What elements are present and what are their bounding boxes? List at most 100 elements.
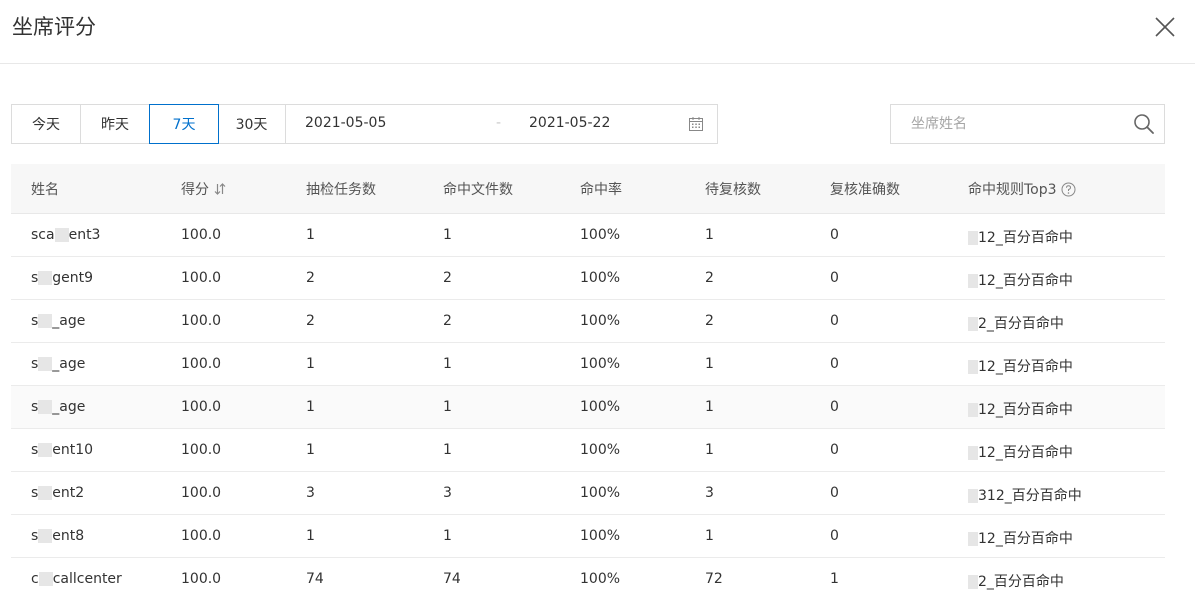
- cell-pending: 3: [705, 485, 714, 501]
- header-score[interactable]: 得分: [181, 179, 227, 199]
- date-range-picker[interactable]: 2021-05-05 - 2021-05-22: [286, 105, 717, 143]
- header-accuracy: 复核准确数: [830, 182, 900, 198]
- redacted-text: [38, 572, 53, 586]
- cell-score: 100.0: [181, 227, 222, 243]
- cell-pending: 2: [705, 270, 714, 286]
- help-icon[interactable]: [1061, 182, 1076, 197]
- cell-accuracy: 1: [830, 571, 839, 587]
- cell-tasks: 2: [306, 313, 315, 329]
- header-name: 姓名: [31, 182, 59, 198]
- cell-accuracy: 0: [830, 399, 839, 415]
- table-body: sca ent3 100.0 1 1 100% 1 0 12_百分百命中 s gent9 100.0 2…: [11, 214, 1165, 591]
- cell-agent-name: s _age: [31, 313, 85, 329]
- sort-icon[interactable]: [213, 182, 227, 196]
- close-button[interactable]: [1150, 12, 1180, 42]
- redacted-text: [968, 489, 978, 503]
- redacted-text: [38, 357, 53, 371]
- cell-accuracy: 0: [830, 270, 839, 286]
- cell-agent-name: s gent9: [31, 270, 93, 286]
- agent-name-suffix: gent9: [52, 270, 94, 286]
- agent-name-prefix: s: [31, 442, 39, 458]
- agent-name-prefix: s: [31, 270, 39, 286]
- agent-name-prefix: s: [31, 356, 39, 372]
- header-top3: 命中规则Top3: [968, 179, 1076, 199]
- cell-tasks: 2: [306, 270, 315, 286]
- cell-score: 100.0: [181, 399, 222, 415]
- cell-pending: 1: [705, 227, 714, 243]
- cell-hit-files: 1: [443, 442, 452, 458]
- cell-pending: 1: [705, 528, 714, 544]
- rule-label: 2_百分百命中: [978, 316, 1064, 332]
- cell-accuracy: 0: [830, 356, 839, 372]
- cell-top3: 12_百分百命中: [968, 399, 1073, 419]
- cell-top3: 12_百分百命中: [968, 270, 1073, 290]
- cell-hit-rate: 100%: [580, 442, 621, 458]
- range-30days-button[interactable]: 30天: [218, 105, 286, 143]
- agent-name-suffix: ent10: [52, 442, 94, 458]
- range-yesterday-button[interactable]: 昨天: [81, 105, 150, 143]
- cell-hit-files: 1: [443, 227, 452, 243]
- header-top3-label: 命中规则Top3: [968, 182, 1057, 198]
- table-row: s gent9 100.0 2 2 100% 2 0 12_百分百命中: [11, 257, 1165, 300]
- cell-hit-files: 74: [443, 571, 461, 587]
- cell-hit-rate: 100%: [580, 356, 621, 372]
- cell-top3: 12_百分百命中: [968, 227, 1073, 247]
- range-7days-button[interactable]: 7天: [149, 104, 219, 144]
- date-start-input[interactable]: 2021-05-05: [305, 115, 386, 131]
- table-row: c callcenter 100.0 74 74 100% 72 1 2_百分百命中: [11, 558, 1165, 591]
- cell-top3: 12_百分百命中: [968, 528, 1073, 548]
- cell-hit-rate: 100%: [580, 485, 621, 501]
- cell-pending: 1: [705, 356, 714, 372]
- agent-name-suffix: _age: [52, 356, 86, 372]
- cell-top3: 312_百分百命中: [968, 485, 1082, 505]
- cell-agent-name: s ent2: [31, 485, 84, 501]
- table-row: s _age 100.0 1 1 100% 1 0 12_百分百命中: [11, 386, 1165, 429]
- agent-name-suffix: _age: [52, 399, 86, 415]
- redacted-text: [38, 486, 53, 500]
- agent-name-prefix: s: [31, 399, 39, 415]
- cell-accuracy: 0: [830, 528, 839, 544]
- cell-hit-files: 1: [443, 356, 452, 372]
- redacted-text: [38, 314, 53, 328]
- cell-agent-name: s ent10: [31, 442, 93, 458]
- close-icon[interactable]: [1150, 12, 1180, 42]
- cell-hit-rate: 100%: [580, 270, 621, 286]
- cell-top3: 2_百分百命中: [968, 313, 1064, 333]
- agent-name-prefix: sca: [31, 227, 55, 243]
- header-tasks: 抽检任务数: [306, 182, 376, 198]
- redacted-text: [968, 360, 978, 374]
- redacted-text: [38, 529, 53, 543]
- header-hit-rate: 命中率: [580, 182, 622, 198]
- agent-name-suffix: ent2: [52, 485, 85, 501]
- cell-tasks: 1: [306, 227, 315, 243]
- redacted-text: [54, 228, 69, 242]
- redacted-text: [38, 271, 53, 285]
- cell-hit-files: 2: [443, 270, 452, 286]
- range-today-button[interactable]: 今天: [12, 105, 81, 143]
- rule-label: 12_百分百命中: [978, 273, 1073, 289]
- cell-accuracy: 0: [830, 485, 839, 501]
- modal-title: 坐席评分: [12, 15, 96, 39]
- cell-hit-rate: 100%: [580, 571, 621, 587]
- calendar-icon[interactable]: [688, 116, 704, 132]
- agent-name-search-input[interactable]: [891, 105, 1126, 143]
- cell-score: 100.0: [181, 313, 222, 329]
- cell-score: 100.0: [181, 485, 222, 501]
- cell-top3: 12_百分百命中: [968, 356, 1073, 376]
- cell-score: 100.0: [181, 356, 222, 372]
- cell-tasks: 3: [306, 485, 315, 501]
- agent-search-box: [890, 104, 1165, 144]
- search-icon[interactable]: [1133, 113, 1155, 135]
- date-end-input[interactable]: 2021-05-22: [529, 115, 610, 131]
- redacted-text: [968, 403, 978, 417]
- cell-agent-name: c callcenter: [31, 571, 122, 587]
- cell-agent-name: s ent8: [31, 528, 84, 544]
- redacted-text: [968, 274, 978, 288]
- cell-tasks: 1: [306, 442, 315, 458]
- cell-hit-rate: 100%: [580, 528, 621, 544]
- redacted-text: [38, 443, 53, 457]
- cell-hit-rate: 100%: [580, 399, 621, 415]
- cell-tasks: 1: [306, 399, 315, 415]
- cell-agent-name: sca ent3: [31, 227, 100, 243]
- agent-name-prefix: s: [31, 485, 39, 501]
